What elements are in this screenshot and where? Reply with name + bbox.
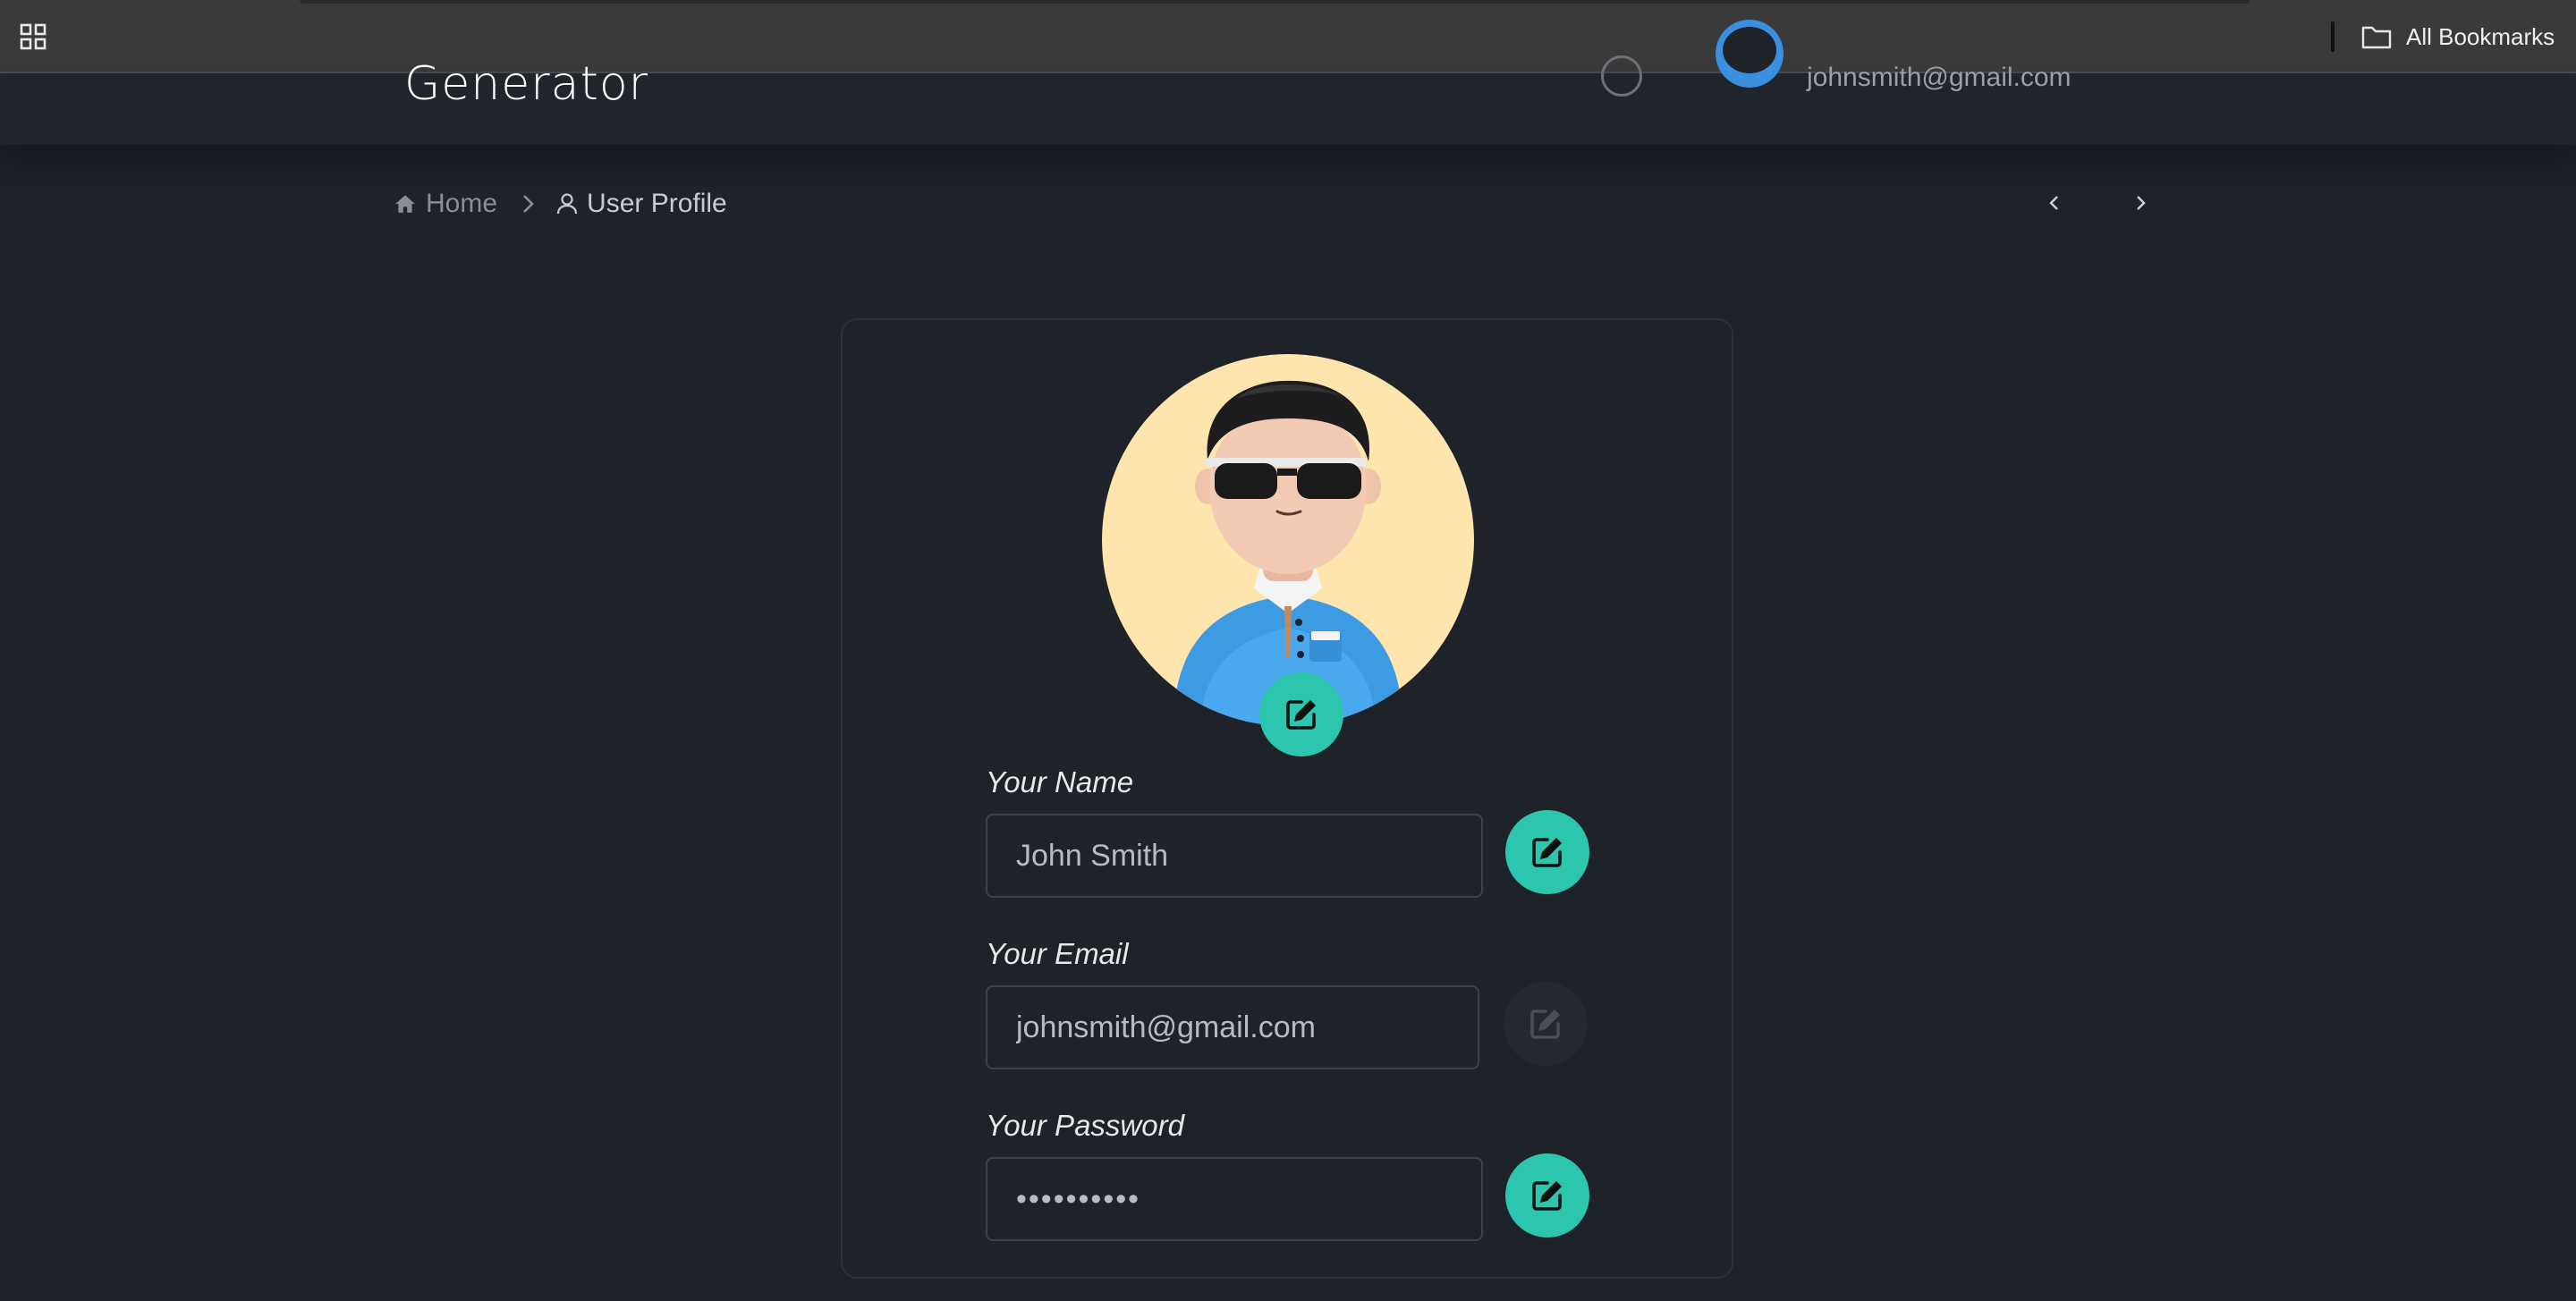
chevron-left-icon[interactable] xyxy=(2041,190,2068,216)
apps-grid-icon[interactable] xyxy=(20,23,47,50)
breadcrumb-home-label: Home xyxy=(426,189,498,218)
password-label: Your Password xyxy=(986,1109,1184,1142)
avatar xyxy=(1102,354,1474,726)
edit-name-button[interactable] xyxy=(1505,810,1589,894)
bookmarks-bar: All Bookmarks xyxy=(0,0,2576,73)
edit-pencil-icon xyxy=(1530,1010,1560,1039)
folder-icon xyxy=(2361,26,2392,49)
name-field[interactable] xyxy=(986,814,1483,898)
header-user-email: johnsmith@gmail.com xyxy=(1807,63,2072,92)
avatar-illustration xyxy=(1174,380,1402,726)
edit-password-button[interactable] xyxy=(1505,1153,1589,1238)
edit-pencil-icon xyxy=(1286,700,1316,730)
email-field[interactable] xyxy=(986,985,1479,1069)
password-field[interactable] xyxy=(986,1157,1483,1241)
breadcrumb: Home User Profile xyxy=(394,188,727,220)
bookmarks-separator xyxy=(2331,21,2334,52)
edit-pencil-icon xyxy=(1532,1181,1562,1211)
app-header: Generator johnsmith@gmail.com xyxy=(0,20,2576,145)
email-label: Your Email xyxy=(986,937,1129,970)
edit-pencil-icon xyxy=(1532,838,1562,867)
home-icon xyxy=(395,195,415,213)
chevron-right-icon xyxy=(519,192,537,215)
breadcrumb-current: User Profile xyxy=(556,189,727,219)
breadcrumb-home[interactable]: Home xyxy=(394,189,497,219)
app-logo-text[interactable]: Generator xyxy=(404,57,648,111)
chevron-right-icon[interactable] xyxy=(2127,190,2154,216)
edit-email-button[interactable] xyxy=(1504,982,1588,1066)
edit-avatar-button[interactable] xyxy=(1259,672,1343,756)
tab-strip-edge xyxy=(300,0,2250,4)
name-label: Your Name xyxy=(986,765,1134,798)
breadcrumb-current-label: User Profile xyxy=(587,189,727,218)
all-bookmarks-link[interactable]: All Bookmarks xyxy=(2406,23,2555,50)
user-icon xyxy=(556,193,578,215)
header-avatar[interactable] xyxy=(1716,20,1784,88)
theme-toggle-icon[interactable] xyxy=(1601,55,1642,97)
